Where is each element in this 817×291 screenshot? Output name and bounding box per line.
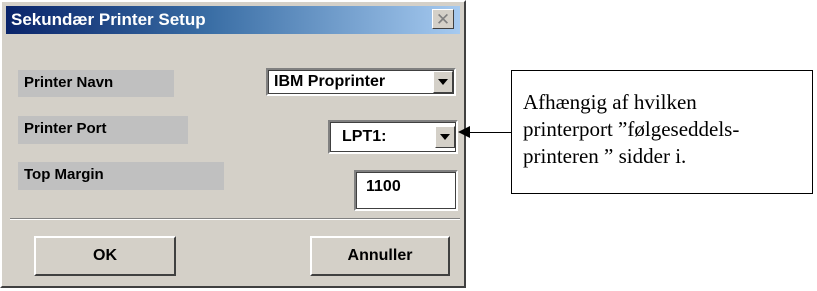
annotation-line-1: Afhængig af hvilken xyxy=(523,90,697,114)
annotation-line-3: printeren ” sidder i. xyxy=(523,144,687,168)
printer-port-dropdown-button[interactable] xyxy=(435,126,455,148)
printer-name-label: Printer Navn xyxy=(18,70,174,97)
annotation-callout: Afhængig af hvilken printerport ”følgese… xyxy=(511,70,813,194)
ok-button[interactable]: OK xyxy=(34,236,176,276)
printer-name-dropdown[interactable]: IBM Proprinter xyxy=(266,68,456,96)
cancel-button[interactable]: Annuller xyxy=(310,236,450,276)
title-bar[interactable]: Sekundær Printer Setup ✕ xyxy=(6,6,460,34)
separator xyxy=(10,218,460,220)
annotation-line-2: printerport ”følgeseddels- xyxy=(523,117,740,141)
printer-port-label: Printer Port xyxy=(18,116,188,144)
close-button[interactable]: ✕ xyxy=(432,9,454,29)
printer-setup-dialog: Sekundær Printer Setup ✕ Printer Navn IB… xyxy=(0,0,466,288)
printer-port-value: LPT1: xyxy=(342,128,387,145)
annotation-arrow-line xyxy=(468,132,512,133)
chevron-down-icon xyxy=(438,79,448,85)
close-icon: ✕ xyxy=(435,9,451,29)
printer-name-dropdown-button[interactable] xyxy=(433,71,453,93)
top-margin-input[interactable]: 1100 xyxy=(354,170,458,211)
top-margin-label: Top Margin xyxy=(18,162,224,190)
arrow-left-icon xyxy=(458,126,470,138)
chevron-down-icon xyxy=(440,134,450,140)
window-title: Sekundær Printer Setup xyxy=(11,10,206,29)
printer-port-dropdown[interactable]: LPT1: xyxy=(328,120,458,154)
printer-name-value: IBM Proprinter xyxy=(274,73,386,90)
